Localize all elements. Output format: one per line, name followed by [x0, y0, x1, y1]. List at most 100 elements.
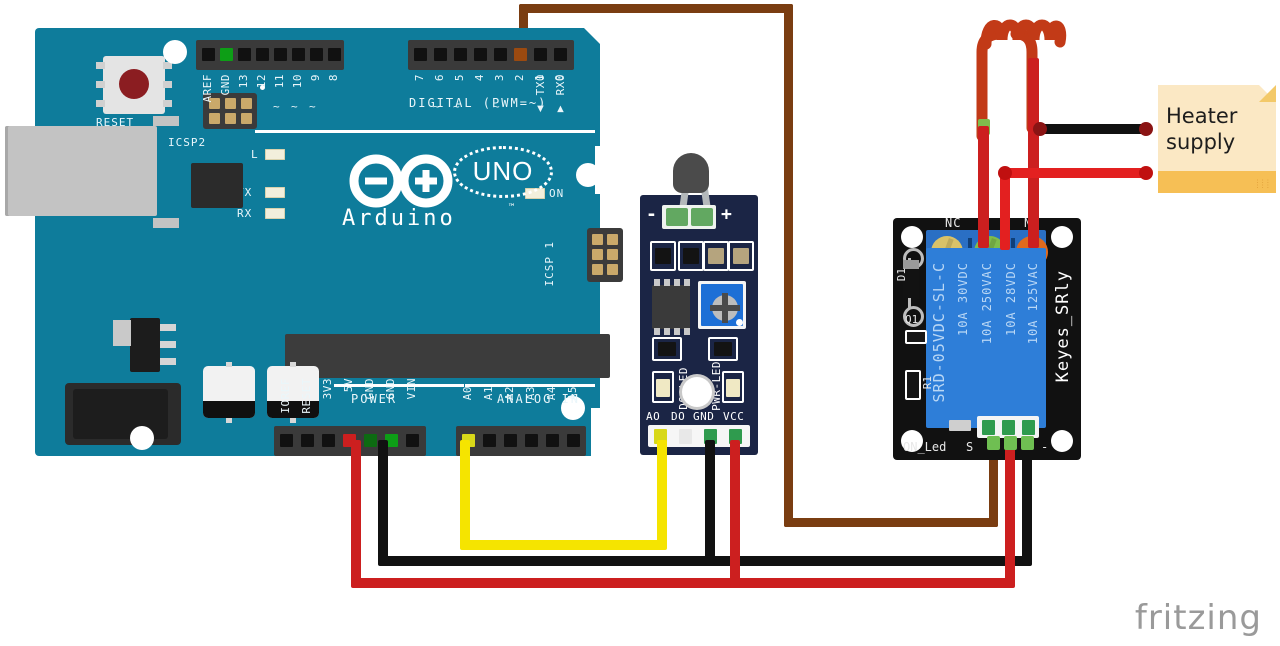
pin-13[interactable]	[238, 48, 251, 61]
pin-7[interactable]	[414, 48, 427, 61]
pin-10[interactable]	[292, 48, 305, 61]
led-rx-label: RX	[237, 207, 253, 220]
icsp-pin	[607, 234, 618, 245]
thermistor-sensor-module[interactable]: - + PWR-LED AO DO GND VCC	[640, 153, 758, 455]
wire-relay-no-to-heater[interactable]	[1028, 58, 1039, 248]
pwr-led	[722, 371, 744, 403]
mounting-hole	[163, 40, 187, 64]
keyes-relay-module[interactable]: NC NO SRD-05VDC-SL-C 10A 30VDC 10A 250VA…	[893, 216, 1081, 460]
pin-12[interactable]	[256, 48, 269, 61]
pin-a2[interactable]	[504, 434, 517, 447]
pwm-marker: ~	[273, 100, 281, 113]
icsp-label: ICSP	[543, 256, 556, 287]
pin-a3[interactable]	[525, 434, 538, 447]
wire-gnd-vert-relay[interactable]	[1022, 440, 1032, 564]
wire-5v-vert-sensor[interactable]	[730, 440, 740, 586]
pin-gnd[interactable]	[220, 48, 233, 61]
comparator-ic	[652, 285, 690, 329]
transistor-q1	[905, 330, 927, 344]
pin-label-2: 2	[513, 74, 526, 82]
icsp-pin	[592, 249, 603, 260]
pin-3[interactable]	[494, 48, 507, 61]
thermistor-bead	[673, 153, 709, 193]
wire-d2-to-relay-signal-vert-right[interactable]	[784, 4, 793, 527]
wire-5v-vert-relay[interactable]	[1005, 440, 1015, 586]
thermistor-terminal-block[interactable]	[662, 205, 716, 229]
pin-label-3v3: 3V3	[321, 378, 334, 400]
pin-label-8: 8	[327, 74, 340, 82]
pin-0[interactable]	[554, 48, 567, 61]
wire-5v-rail[interactable]	[351, 578, 1015, 588]
wire-d2-to-relay-signal-top[interactable]	[519, 4, 793, 13]
pin-4[interactable]	[474, 48, 487, 61]
pin-a4[interactable]	[546, 434, 559, 447]
wire-a0-vert-arduino[interactable]	[460, 440, 470, 546]
pin-a5[interactable]	[567, 434, 580, 447]
wire-supply-red-vert[interactable]	[1000, 168, 1010, 250]
icsp-pin	[592, 264, 603, 275]
silkscreen-rule-top	[255, 130, 595, 133]
relay-pin-signal[interactable]	[982, 420, 995, 435]
pin-label-3: 3	[493, 74, 506, 82]
relay-control-header[interactable]	[977, 416, 1039, 438]
sticky-note-heater-supply[interactable]: Heater supply ::::::	[1158, 85, 1276, 193]
wire-gnd-vert-arduino[interactable]	[378, 440, 388, 564]
icsp2-pin	[225, 113, 236, 124]
icsp2-pin	[209, 113, 220, 124]
relay-rating-4: 10A 125VAC	[1026, 262, 1040, 345]
mounting-hole	[130, 426, 154, 450]
relay-s-label: S	[966, 440, 974, 454]
wire-a0-vert-sensor[interactable]	[657, 440, 667, 546]
wire-gnd-vert-sensor[interactable]	[705, 440, 715, 564]
relay-pin-plus[interactable]	[1002, 420, 1015, 435]
relay-pin-minus[interactable]	[1022, 420, 1035, 435]
r1-label: R1	[921, 376, 934, 390]
icsp2-label: ICSP2	[168, 136, 207, 149]
pin-11[interactable]	[274, 48, 287, 61]
trimmer-potentiometer[interactable]	[698, 281, 746, 329]
pin-9[interactable]	[310, 48, 323, 61]
relay-mounting-hole	[1051, 430, 1073, 452]
pwm-marker: ~	[309, 100, 317, 113]
usb-interface-chip	[191, 163, 243, 208]
wire-endpoint-red-corner	[998, 166, 1012, 180]
ic-leg	[674, 328, 680, 335]
wire-relay-com-to-heater[interactable]	[978, 126, 989, 248]
icsp-header[interactable]	[587, 228, 623, 282]
power-barrel-jack	[65, 383, 181, 445]
digital-header-right[interactable]	[408, 40, 574, 70]
wire-heater-to-supply-black[interactable]	[1035, 124, 1150, 134]
pin-ioref[interactable]	[280, 434, 293, 447]
pin-2[interactable]	[514, 48, 527, 61]
wire-supply-red-horiz[interactable]	[1000, 168, 1150, 178]
pin-3v3[interactable]	[322, 434, 335, 447]
pin-vin[interactable]	[406, 434, 419, 447]
pin-reset[interactable]	[301, 434, 314, 447]
note-text: Heater supply	[1166, 104, 1238, 154]
on-led-label: ON_Led	[903, 440, 947, 454]
reset-button-cap	[119, 69, 149, 99]
icsp-pin1-label: 1	[543, 241, 556, 249]
pin-6[interactable]	[434, 48, 447, 61]
reset-button[interactable]	[96, 56, 172, 114]
wire-a0-horiz[interactable]	[460, 540, 667, 550]
pin-gnd[interactable]	[364, 434, 377, 447]
pin-label-5v: 5V	[342, 378, 355, 393]
relay-mounting-hole	[901, 226, 923, 248]
pin-label-7: 7	[413, 74, 426, 82]
pin-1[interactable]	[534, 48, 547, 61]
wire-d2-to-relay-signal-bottom[interactable]	[784, 518, 998, 527]
pin-5[interactable]	[454, 48, 467, 61]
icsp2-pin	[241, 98, 252, 109]
pin-a1[interactable]	[483, 434, 496, 447]
sensor-label-do: DO	[671, 410, 686, 423]
note-resize-grip[interactable]: ::::::	[1255, 178, 1271, 190]
resistor-body	[655, 248, 671, 264]
sensor-pin-do[interactable]	[679, 429, 692, 444]
resistor-body	[683, 248, 699, 264]
pin-8[interactable]	[328, 48, 341, 61]
do-led	[652, 371, 674, 403]
wire-5v-vert-arduino[interactable]	[351, 440, 361, 586]
led-l	[265, 149, 285, 160]
pin-aref[interactable]	[202, 48, 215, 61]
